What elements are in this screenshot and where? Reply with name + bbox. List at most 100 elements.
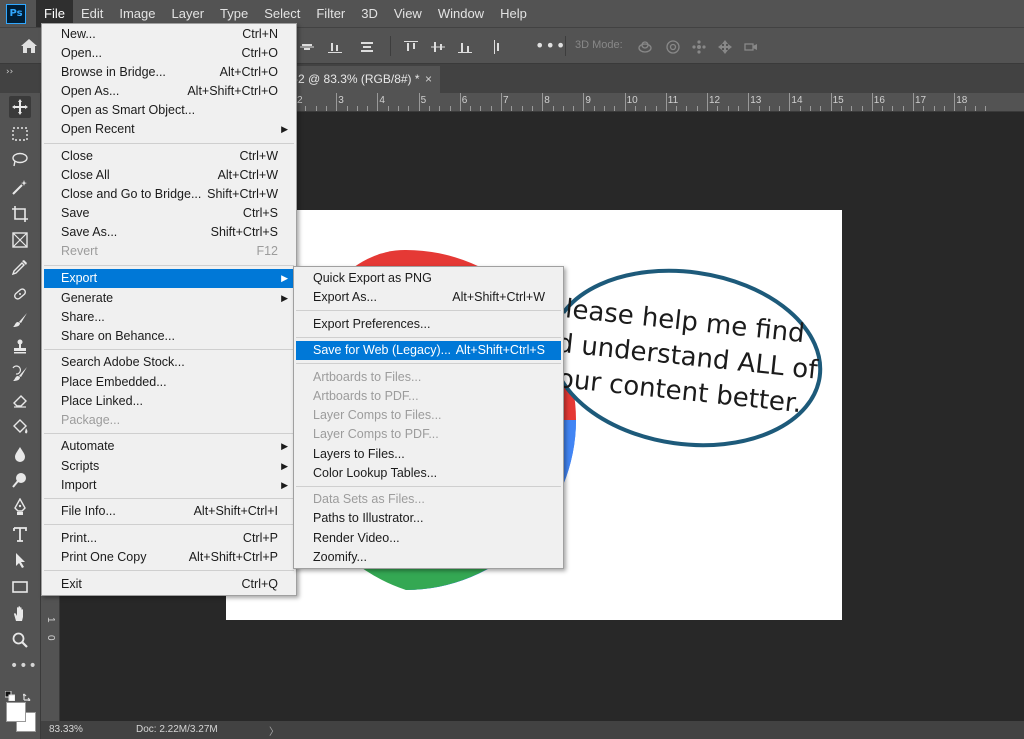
menu-item-shortcut: Alt+Ctrl+W	[217, 168, 278, 182]
paint-bucket-tool-icon[interactable]	[9, 416, 31, 438]
zoom-tool-icon[interactable]	[9, 629, 31, 651]
menu-item-place-linked[interactable]: Place Linked...	[44, 392, 294, 411]
menu-window[interactable]: Window	[430, 0, 492, 27]
menu-item-layer-comps-to-pdf[interactable]: Layer Comps to PDF...	[296, 425, 561, 444]
menu-item-share-behance[interactable]: Share on Behance...	[44, 327, 294, 346]
healing-brush-tool-icon[interactable]	[9, 283, 31, 305]
distribute-bottom-icon[interactable]	[458, 39, 472, 53]
slide-3d-icon[interactable]	[718, 39, 732, 54]
menu-item-file-info[interactable]: File Info... Alt+Shift+Ctrl+I	[44, 502, 294, 521]
ruler-h-label: 8	[544, 95, 550, 106]
brush-tool-icon[interactable]	[9, 309, 31, 331]
menu-item-label: Quick Export as PNG	[313, 271, 432, 285]
menu-item-print[interactable]: Print... Ctrl+P	[44, 529, 294, 548]
menu-item-revert[interactable]: Revert F12	[44, 242, 294, 261]
frame-tool-icon[interactable]	[9, 229, 31, 251]
distribute-center-icon[interactable]	[431, 39, 445, 53]
menu-item-layers-to-files[interactable]: Layers to Files...	[296, 445, 561, 464]
crop-tool-icon[interactable]	[9, 203, 31, 225]
menu-item-close-all[interactable]: Close All Alt+Ctrl+W	[44, 166, 294, 185]
menu-item-open-smart-object[interactable]: Open as Smart Object...	[44, 101, 294, 120]
zoom-level[interactable]: 83.33%	[49, 724, 83, 735]
menu-view[interactable]: View	[386, 0, 430, 27]
roll-3d-icon[interactable]	[666, 39, 680, 54]
close-tab-icon[interactable]: ×	[425, 66, 432, 93]
home-icon[interactable]	[20, 38, 38, 54]
menu-item-open-recent[interactable]: Open Recent ▶	[44, 120, 294, 139]
menu-item-import[interactable]: Import ▶	[44, 476, 294, 495]
menu-item-layer-comps-to-files[interactable]: Layer Comps to Files...	[296, 406, 561, 425]
type-tool-icon[interactable]	[9, 523, 31, 545]
ruler-tick	[501, 93, 502, 111]
dodge-tool-icon[interactable]	[9, 469, 31, 491]
menu-item-artboards-to-pdf[interactable]: Artboards to PDF...	[296, 387, 561, 406]
path-selection-tool-icon[interactable]	[9, 549, 31, 571]
menu-filter[interactable]: Filter	[308, 0, 353, 27]
magic-wand-tool-icon[interactable]	[9, 176, 31, 198]
menu-item-color-lookup-tables[interactable]: Color Lookup Tables...	[296, 464, 561, 483]
align-bottom-icon[interactable]	[328, 39, 342, 53]
camera-3d-icon[interactable]	[744, 39, 762, 53]
menu-item-place-embedded[interactable]: Place Embedded...	[44, 373, 294, 392]
distribute-icon[interactable]	[360, 39, 374, 53]
move-tool-icon[interactable]	[9, 96, 31, 118]
menu-item-data-sets-as-files[interactable]: Data Sets as Files...	[296, 490, 561, 509]
menu-item-open-as[interactable]: Open As... Alt+Shift+Ctrl+O	[44, 82, 294, 101]
menu-item-new[interactable]: New... Ctrl+N	[44, 25, 294, 44]
menu-help[interactable]: Help	[492, 0, 535, 27]
menu-item-label: Place Embedded...	[61, 375, 167, 389]
menu-item-exit[interactable]: Exit Ctrl+Q	[44, 575, 294, 594]
edit-toolbar-icon[interactable]: •••	[10, 658, 38, 674]
menu-item-save-for-web[interactable]: Save for Web (Legacy)... Alt+Shift+Ctrl+S	[296, 341, 561, 360]
menu-item-print-one-copy[interactable]: Print One Copy Alt+Shift+Ctrl+P	[44, 548, 294, 567]
distribute-top-icon[interactable]	[404, 39, 418, 53]
clone-stamp-tool-icon[interactable]	[9, 336, 31, 358]
pen-tool-icon[interactable]	[9, 496, 31, 518]
distribute-left-icon[interactable]	[492, 39, 506, 54]
menu-item-share[interactable]: Share...	[44, 308, 294, 327]
menu-item-render-video[interactable]: Render Video...	[296, 529, 561, 548]
menu-item-zoomify[interactable]: Zoomify...	[296, 548, 561, 567]
document-tab[interactable]: -2 @ 83.3% (RGB/8#) * ×	[288, 66, 440, 93]
menu-item-package[interactable]: Package...	[44, 411, 294, 430]
menu-item-shortcut: Alt+Shift+Ctrl+O	[187, 84, 278, 98]
menu-3d[interactable]: 3D	[353, 0, 386, 27]
menu-item-automate[interactable]: Automate ▶	[44, 437, 294, 456]
pan-3d-icon[interactable]	[692, 39, 706, 54]
swap-colors-icon[interactable]	[21, 686, 33, 703]
eyedropper-tool-icon[interactable]	[9, 256, 31, 278]
menu-item-export-as[interactable]: Export As... Alt+Shift+Ctrl+W	[296, 288, 561, 307]
ruler-h-label: 6	[461, 95, 468, 106]
more-options-icon[interactable]: •••	[535, 36, 566, 55]
orbit-3d-icon[interactable]	[638, 39, 656, 53]
panel-collapse-icon[interactable]: ››	[6, 67, 13, 77]
menu-item-close-go-bridge[interactable]: Close and Go to Bridge... Shift+Ctrl+W	[44, 185, 294, 204]
menu-item-label: Layer Comps to PDF...	[313, 427, 439, 441]
menu-item-export-preferences[interactable]: Export Preferences...	[296, 315, 561, 334]
menu-item-paths-to-illustrator[interactable]: Paths to Illustrator...	[296, 509, 561, 528]
menu-item-quick-export-png[interactable]: Quick Export as PNG	[296, 269, 561, 288]
menu-item-export[interactable]: Export ▶	[44, 269, 294, 288]
menu-item-generate[interactable]: Generate ▶	[44, 289, 294, 308]
ruler-h-label: 18	[956, 95, 968, 106]
blur-tool-icon[interactable]	[9, 443, 31, 465]
menu-item-save[interactable]: Save Ctrl+S	[44, 204, 294, 223]
status-menu-arrow-icon[interactable]: 〉	[269, 723, 279, 738]
hand-tool-icon[interactable]	[9, 603, 31, 625]
eraser-tool-icon[interactable]	[9, 389, 31, 411]
menu-item-search-stock[interactable]: Search Adobe Stock...	[44, 353, 294, 372]
marquee-tool-icon[interactable]	[9, 123, 31, 145]
menu-item-artboards-to-files[interactable]: Artboards to Files...	[296, 368, 561, 387]
history-brush-tool-icon[interactable]	[9, 363, 31, 385]
foreground-color-swatch[interactable]	[6, 702, 26, 722]
menu-item-close[interactable]: Close Ctrl+W	[44, 147, 294, 166]
default-colors-icon[interactable]	[4, 686, 16, 702]
rectangle-tool-icon[interactable]	[9, 576, 31, 598]
menu-item-browse-bridge[interactable]: Browse in Bridge... Alt+Ctrl+O	[44, 63, 294, 82]
align-vertical-center-icon[interactable]	[300, 39, 314, 53]
ruler-h-label: 7	[503, 95, 509, 106]
menu-item-open[interactable]: Open... Ctrl+O	[44, 44, 294, 63]
menu-item-scripts[interactable]: Scripts ▶	[44, 457, 294, 476]
lasso-tool-icon[interactable]	[9, 149, 31, 171]
menu-item-save-as[interactable]: Save As... Shift+Ctrl+S	[44, 223, 294, 242]
